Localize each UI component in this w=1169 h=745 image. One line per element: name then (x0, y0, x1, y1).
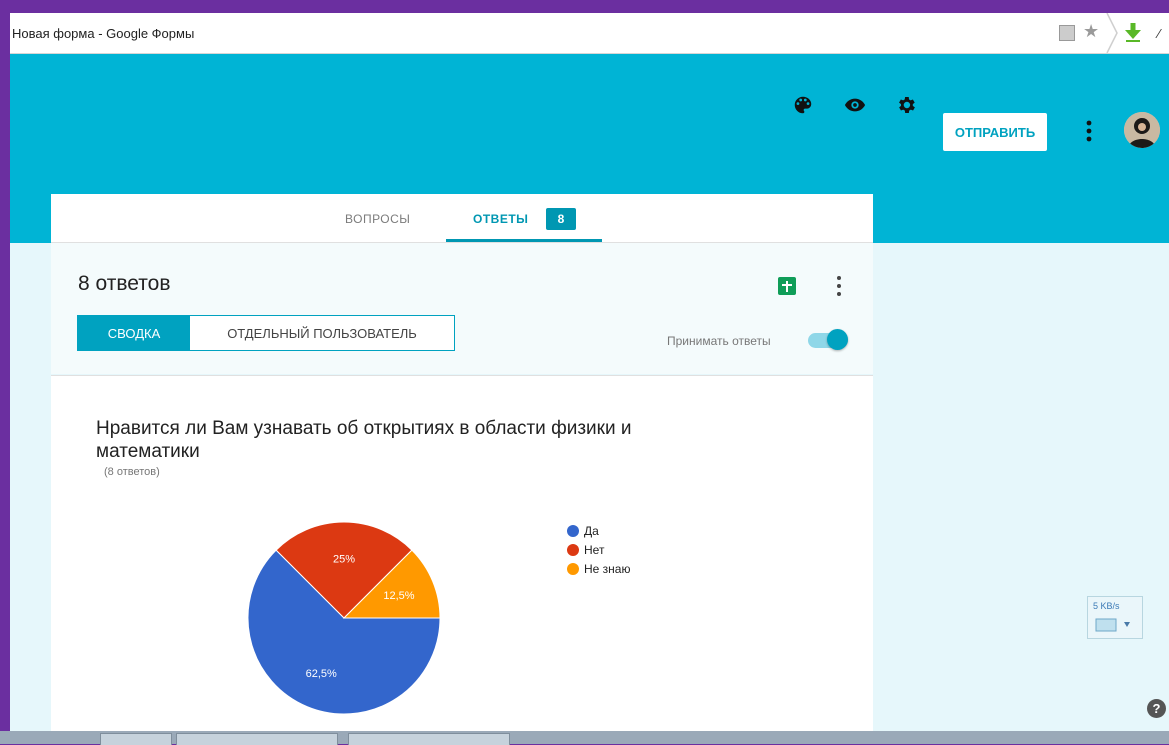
more-vert-icon[interactable] (1086, 120, 1092, 142)
accept-responses-toggle-thumb[interactable] (827, 329, 848, 350)
legend-label: Да (584, 523, 599, 538)
pie-slice-label-3: 12,5% (383, 590, 414, 602)
avatar[interactable] (1124, 112, 1160, 148)
responses-header-card: 8 ответов СВОДКА ОТДЕЛЬНЫЙ ПОЛЬЗОВАТЕЛЬ … (51, 243, 873, 374)
network-speed-widget[interactable]: 5 KB/s (1087, 596, 1143, 639)
download-icon[interactable] (1122, 21, 1144, 43)
sheets-icon[interactable] (778, 277, 796, 295)
browser-titlebar: Новая форма - Google Формы ★ ⁄ (10, 13, 1169, 54)
avatar-image (1124, 112, 1160, 148)
question-summary-card: Нравится ли Вам узнавать об открытиях в … (51, 375, 873, 731)
eye-icon[interactable] (844, 94, 866, 116)
taskbar-button[interactable] (348, 733, 510, 745)
tab-questions[interactable]: ВОПРОСЫ (345, 212, 410, 226)
help-icon[interactable]: ? (1147, 699, 1166, 718)
network-monitor-icon (1095, 618, 1130, 632)
extension-icon[interactable] (1059, 25, 1075, 41)
legend-label: Нет (584, 542, 605, 557)
accept-responses-label: Принимать ответы (667, 334, 771, 348)
more-options-icon[interactable] (836, 275, 842, 297)
form-tabs: ВОПРОСЫ ОТВЕТЫ 8 (51, 194, 873, 243)
legend-item: Нет (567, 540, 630, 559)
active-tab-indicator (446, 239, 602, 242)
network-speed: 5 KB/s (1093, 601, 1120, 611)
individual-view-button[interactable]: ОТДЕЛЬНЫЙ ПОЛЬЗОВАТЕЛЬ (190, 316, 454, 350)
question-title: Нравится ли Вам узнавать об открытиях в … (96, 418, 632, 462)
pie-slice-label-2: 25% (333, 553, 355, 565)
browser-window: Новая форма - Google Формы ★ ⁄ ОТПРАВИТЬ (10, 13, 1169, 731)
window-title: Новая форма - Google Формы (12, 26, 195, 41)
bookmark-star-icon[interactable]: ★ (1083, 22, 1099, 40)
answers-count-badge: 8 (546, 208, 576, 230)
send-button[interactable]: ОТПРАВИТЬ (943, 113, 1047, 151)
legend-dot (567, 524, 579, 537)
legend-item: Да (567, 521, 630, 540)
overflow-glyph: ⁄ (1158, 26, 1161, 41)
view-toggle: СВОДКА ОТДЕЛЬНЫЙ ПОЛЬЗОВАТЕЛЬ (77, 315, 455, 351)
tab-answers[interactable]: ОТВЕТЫ (473, 212, 528, 226)
legend-item: Не знаю (567, 559, 630, 578)
taskbar (0, 731, 1169, 745)
pie-chart: 62,5% 25% 12,5% (247, 521, 441, 715)
separator-chevron-icon (1106, 13, 1118, 53)
pie-slice-label-1: 62,5% (306, 668, 337, 680)
question-response-count: (8 ответов) (104, 466, 160, 478)
summary-view-button[interactable]: СВОДКА (78, 316, 190, 350)
taskbar-button[interactable] (176, 733, 338, 745)
responses-title: 8 ответов (78, 272, 171, 295)
palette-icon[interactable] (792, 94, 814, 116)
gear-icon[interactable] (895, 94, 917, 116)
legend-label: Не знаю (584, 561, 631, 576)
legend-dot (567, 562, 579, 575)
taskbar-button[interactable] (100, 733, 172, 745)
chart-legend: Да Нет Не знаю (567, 521, 630, 578)
legend-dot (567, 543, 579, 556)
